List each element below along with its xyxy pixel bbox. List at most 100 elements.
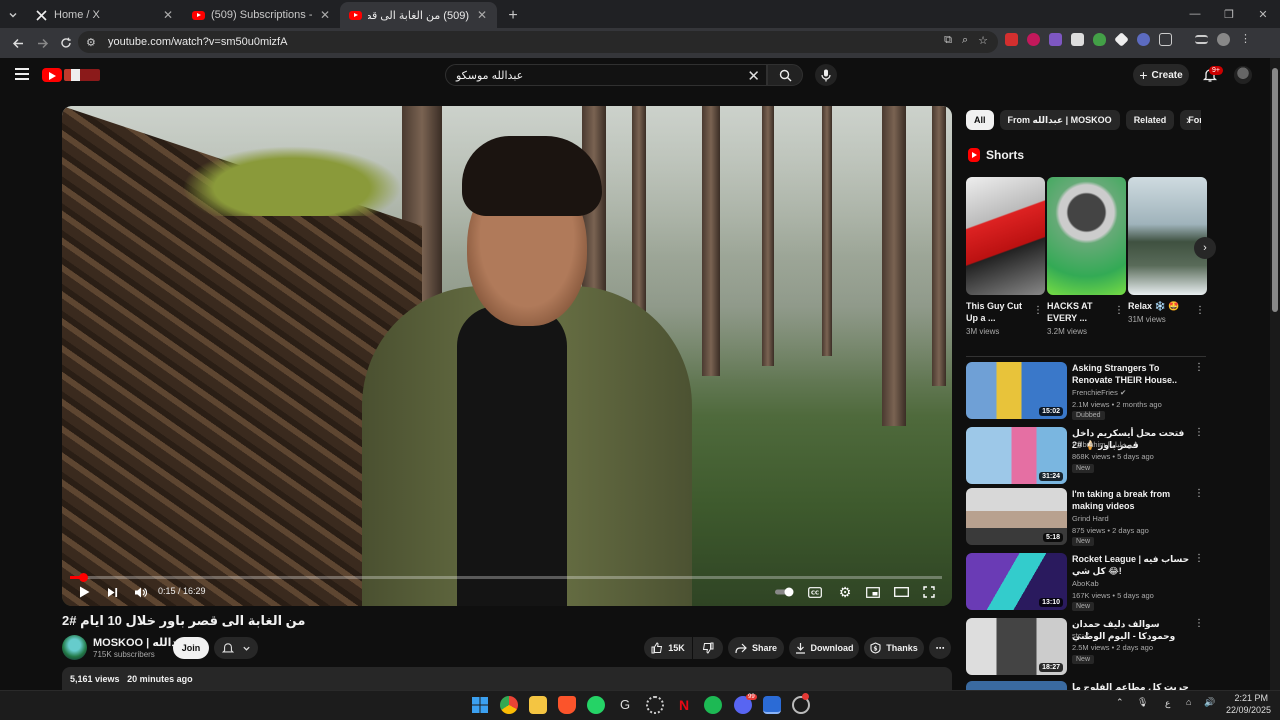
- snipping-tool-icon[interactable]: [763, 696, 781, 714]
- extension-pink-icon[interactable]: [1027, 33, 1040, 46]
- dislike-button[interactable]: [693, 637, 723, 659]
- chip-all[interactable]: All: [966, 110, 994, 130]
- site-info-icon[interactable]: ⚙: [86, 36, 102, 49]
- copilot-g-icon[interactable]: G: [616, 696, 634, 714]
- reload-button[interactable]: [54, 31, 78, 55]
- rec-title[interactable]: I'm taking a break from making videos: [1072, 488, 1190, 512]
- spotify-icon[interactable]: [704, 696, 722, 714]
- more-actions-button[interactable]: ⋯: [929, 637, 951, 659]
- browser-menu-icon[interactable]: ⋮: [1239, 33, 1252, 46]
- rec-title[interactable]: Rocket League | حساب فيه كل شي 😂!: [1072, 553, 1190, 577]
- thanks-button[interactable]: $ Thanks: [864, 637, 924, 659]
- short-menu-icon[interactable]: ⋮: [1033, 305, 1043, 316]
- chrome-taskbar-icon[interactable]: [500, 696, 518, 714]
- recommended-video[interactable]: 18:27 سوالف دليف حمدان وحمودكا - اليوم ا…: [966, 618, 1206, 676]
- search-button[interactable]: [767, 64, 803, 86]
- recommended-video[interactable]: 13:10 Rocket League | حساب فيه كل شي 😂! …: [966, 553, 1206, 611]
- rec-channel[interactable]: FrenchieFries ✔: [1072, 388, 1126, 397]
- file-explorer-icon[interactable]: [529, 696, 547, 714]
- tab-close-icon[interactable]: ✕: [318, 8, 332, 22]
- settings-button[interactable]: ⚙: [836, 582, 854, 602]
- recommended-video[interactable]: 31:24 فتحت محل أيسكريم داخل قصر باور 🍦 #…: [966, 427, 1206, 485]
- like-button[interactable]: 15K: [644, 637, 692, 659]
- tab-search-button[interactable]: [0, 2, 26, 28]
- network-icon[interactable]: ⌂: [1186, 697, 1191, 707]
- short-menu-icon[interactable]: ⋮: [1114, 305, 1124, 316]
- rec-channel[interactable]: Grind Hard: [1072, 514, 1109, 523]
- tray-overflow-icon[interactable]: ⌃: [1116, 697, 1124, 708]
- whatsapp-icon[interactable]: [587, 696, 605, 714]
- tab-subscriptions[interactable]: (509) Subscriptions - YouTube ✕: [183, 2, 340, 28]
- play-button[interactable]: [76, 582, 92, 602]
- short-item[interactable]: This Guy Cut Up a ... 3M views ⋮: [966, 177, 1045, 336]
- start-button[interactable]: [471, 696, 489, 714]
- chip-for-you[interactable]: For you: [1180, 110, 1201, 130]
- tab-x-home[interactable]: Home / X ✕: [26, 2, 183, 28]
- join-button[interactable]: Join: [173, 637, 209, 659]
- extension-red-icon[interactable]: [1005, 33, 1018, 46]
- extension-diamond-icon[interactable]: [1114, 32, 1129, 47]
- rec-title[interactable]: جربت كل مطاعم الفلوج ما في السعودية 5A: [1072, 681, 1190, 690]
- rec-thumbnail[interactable]: 15:02: [966, 362, 1067, 419]
- short-menu-icon[interactable]: ⋮: [1195, 305, 1205, 316]
- install-app-icon[interactable]: ⧉: [944, 34, 952, 47]
- theater-mode-button[interactable]: [892, 582, 910, 602]
- short-thumbnail[interactable]: [966, 177, 1045, 295]
- minimize-icon[interactable]: —: [1178, 8, 1212, 20]
- rec-menu-icon[interactable]: ⋮: [1194, 488, 1204, 499]
- rec-thumbnail[interactable]: 31:24: [966, 427, 1067, 484]
- clear-search-icon[interactable]: ✕: [747, 67, 760, 85]
- description-box[interactable]: 5,161 views 20 minutes ago: [62, 667, 952, 691]
- netflix-icon[interactable]: N: [675, 696, 693, 714]
- extension-eye-icon[interactable]: [1137, 33, 1150, 46]
- rec-thumbnail[interactable]: 13:10: [966, 553, 1067, 610]
- captions-button[interactable]: CC: [806, 582, 824, 602]
- reading-list-icon[interactable]: [1195, 35, 1208, 44]
- short-title[interactable]: Relax ❄️ 🤩: [1128, 300, 1190, 312]
- loading-circle-icon[interactable]: [646, 696, 664, 714]
- short-thumbnail[interactable]: [1128, 177, 1207, 295]
- video-player[interactable]: [62, 106, 952, 606]
- create-button[interactable]: + Create: [1133, 64, 1189, 86]
- hamburger-menu-icon[interactable]: [15, 68, 29, 80]
- account-avatar[interactable]: [1234, 66, 1252, 84]
- bookmark-star-icon[interactable]: ☆: [978, 34, 988, 47]
- rec-thumbnail[interactable]: [966, 681, 1067, 690]
- short-thumbnail[interactable]: [1047, 177, 1126, 295]
- search-input[interactable]: عبدالله موسكو ✕: [445, 64, 767, 86]
- extension-green-shield-icon[interactable]: [1093, 33, 1106, 46]
- restore-icon[interactable]: ❐: [1212, 8, 1246, 21]
- rec-channel[interactable]: ✔ Ibrahim | ابو خليل: [1072, 440, 1137, 449]
- extensions-puzzle-icon[interactable]: [1159, 33, 1172, 46]
- volume-button[interactable]: [132, 582, 148, 602]
- page-scrollbar-thumb[interactable]: [1272, 68, 1278, 312]
- recommended-video[interactable]: 5:18 I'm taking a break from making vide…: [966, 488, 1206, 546]
- back-button[interactable]: [6, 31, 30, 55]
- chips-next-chevron-icon[interactable]: ›: [1186, 113, 1190, 127]
- rec-thumbnail[interactable]: 5:18: [966, 488, 1067, 545]
- rec-channel[interactable]: stc ✔: [1072, 631, 1090, 640]
- autoplay-toggle[interactable]: [774, 582, 796, 602]
- tab-current-video[interactable]: (509) من الغابة الى قصر باور خلال ✕: [340, 2, 497, 28]
- close-window-icon[interactable]: ✕: [1246, 8, 1280, 21]
- new-tab-button[interactable]: +: [501, 4, 525, 28]
- profile-avatar-icon[interactable]: [1217, 33, 1230, 46]
- rec-menu-icon[interactable]: ⋮: [1194, 618, 1204, 629]
- channel-avatar[interactable]: [62, 635, 87, 660]
- tab-close-icon[interactable]: ✕: [475, 8, 489, 22]
- next-button[interactable]: [104, 582, 120, 602]
- youtube-logo-icon[interactable]: [42, 68, 62, 82]
- recommended-video[interactable]: 15:02 Asking Strangers To Renovate THEIR…: [966, 362, 1206, 420]
- rec-menu-icon[interactable]: ⋮: [1194, 553, 1204, 564]
- tab-close-icon[interactable]: ✕: [161, 8, 175, 22]
- fullscreen-button[interactable]: [920, 582, 938, 602]
- extension-grid-icon[interactable]: [1071, 33, 1084, 46]
- chip-from-channel[interactable]: From عبدالله | MOSKOO: [999, 110, 1120, 130]
- subscription-bell-button[interactable]: [214, 637, 258, 659]
- rec-menu-icon[interactable]: ⋮: [1194, 362, 1204, 373]
- tray-microphone-icon[interactable]: 🎙: [1137, 697, 1148, 708]
- rec-menu-icon[interactable]: ⋮: [1194, 427, 1204, 438]
- download-button[interactable]: Download: [789, 637, 859, 659]
- rec-title[interactable]: Asking Strangers To Renovate THEIR House…: [1072, 362, 1190, 386]
- volume-tray-icon[interactable]: 🔊: [1204, 697, 1215, 708]
